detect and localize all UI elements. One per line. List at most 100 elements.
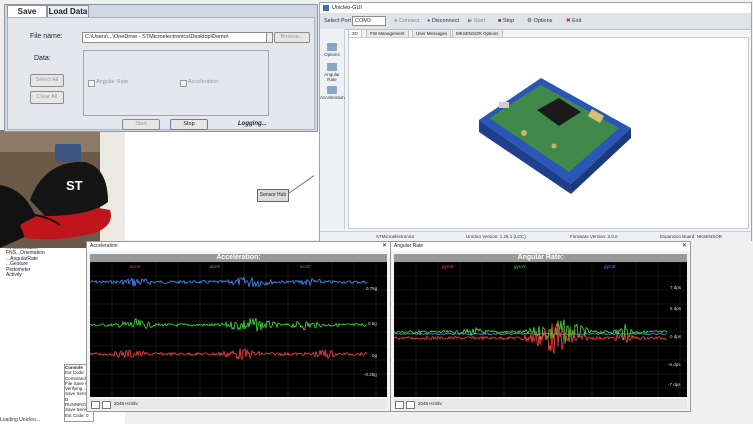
angular-rate-checkbox[interactable]	[88, 80, 95, 87]
y-tick: 0.5g	[368, 321, 377, 326]
angular-rate-footer: 2048 Hz/div	[394, 399, 687, 409]
select-port-label: Select Port	[324, 18, 351, 24]
sidebar-item-acceleration[interactable]: Acceleration	[320, 86, 345, 100]
legend-gyroz: gyroZ	[604, 264, 616, 269]
pause-button[interactable]	[91, 401, 100, 409]
status-bar: STMicroelectronics Unicleo Version: 1.26…	[320, 231, 751, 241]
status-board: Expansion Board: NKSENSOR	[660, 234, 723, 239]
y-tick: 6 dps	[670, 306, 682, 311]
acceleration-traces	[90, 262, 387, 397]
stop-toolbar-button[interactable]: ■ Stop	[498, 16, 514, 26]
3d-view[interactable]	[348, 37, 749, 229]
time-scale: 2048 Hz/div	[418, 401, 442, 406]
svg-text:ST: ST	[66, 178, 83, 193]
angular-rate-window: Angular Rate ✕ Angular Rate: gyroX gyroY…	[390, 241, 691, 412]
path-spin-button[interactable]	[266, 32, 273, 43]
disconnect-button[interactable]: ● Disconnect	[427, 16, 459, 26]
file-name-label: File name:	[30, 33, 63, 40]
angular-rate-icon	[327, 63, 337, 71]
y-tick: -0.25g	[364, 372, 377, 377]
sidebar-label: Angular Rate	[324, 72, 340, 82]
y-tick: 0.75g	[366, 286, 378, 291]
sidebar-label: Acceleration	[320, 95, 345, 100]
plug-icon: ●	[394, 18, 398, 24]
time-scale: 2048 Hz/div	[114, 401, 138, 406]
status-firmware: Firmware Version: 3.0.0	[570, 234, 618, 239]
logging-status: Logging...	[238, 121, 267, 127]
zoom-button[interactable]	[406, 401, 415, 409]
sidebar-item-angular-rate[interactable]: Angular Rate	[320, 63, 344, 82]
angular-rate-label: Angular Rate	[96, 79, 129, 85]
window-title: Unicleo-GUI	[332, 5, 362, 11]
close-icon: ✖	[566, 18, 571, 24]
sidebar: Options Angular Rate Acceleration	[320, 29, 345, 229]
play-icon: ▶	[468, 18, 473, 24]
angular-rate-traces	[394, 262, 687, 397]
status-version: Unicleo Version: 1.26.1 (LGC)	[466, 234, 526, 239]
close-icon[interactable]: ✕	[682, 242, 687, 251]
options-icon	[327, 43, 337, 51]
disconnect-label: Disconnect	[431, 18, 460, 24]
acceleration-window: Acceleration ✕ Acceleration: accX accY a…	[86, 241, 391, 412]
options-label: Options	[533, 18, 553, 24]
exit-button[interactable]: ✖ Exit	[566, 16, 581, 26]
select-all-button[interactable]: Select All	[30, 74, 64, 87]
sidebar-item-options[interactable]: Options	[320, 43, 344, 57]
output-tree: ...Acceleration FNS...Orientation ...Ang…	[6, 245, 64, 278]
tree-item[interactable]: Activity	[6, 272, 64, 278]
toolbar: Select Port COM3 ● Connect ● Disconnect …	[320, 13, 751, 30]
gear-icon: ⚙	[527, 18, 532, 24]
start-toolbar-button[interactable]: ▶ Start	[468, 16, 485, 26]
clear-all-button[interactable]: Clear All	[30, 91, 64, 104]
angular-rate-plot-title: Angular Rate:	[394, 254, 687, 262]
pause-button[interactable]	[395, 401, 404, 409]
window-title-bar: Unicleo-GUI	[320, 3, 751, 13]
sensor-hub-node[interactable]: Sensor Hub	[257, 189, 289, 202]
block-diagram-canvas	[125, 130, 320, 240]
close-icon[interactable]: ✕	[382, 242, 387, 251]
webcam-photo: ST	[0, 130, 125, 248]
save-data-dialog: Save Data Load Data File name: C:\Users\…	[4, 4, 318, 132]
unplug-icon: ●	[427, 18, 431, 24]
options-button[interactable]: ⚙ Options	[527, 16, 552, 26]
view-tabs: 3D FW Management User Messages MKSENSOR …	[348, 29, 748, 38]
acceleration-icon	[327, 86, 337, 94]
stop-icon: ■	[498, 18, 502, 24]
connect-label: Connect	[398, 18, 420, 24]
legend-accy: accY	[210, 264, 221, 269]
acceleration-plot: Acceleration: accX accY accZ 0.75g 0.5g …	[90, 254, 387, 397]
status-line: Loading Unicleo...	[0, 417, 41, 423]
exit-label: Exit	[572, 18, 582, 24]
y-tick: 0 dps	[670, 334, 682, 339]
accx-trace	[90, 348, 368, 361]
acceleration-plot-title: Acceleration:	[90, 254, 387, 262]
start-toolbar-label: Start	[473, 18, 486, 24]
accy-trace	[90, 317, 368, 332]
zoom-button[interactable]	[102, 401, 111, 409]
status-company: STMicroelectronics	[376, 234, 415, 239]
y-tick: -7 dps	[668, 382, 681, 387]
port-select[interactable]: COM3	[352, 16, 386, 26]
acceleration-footer: 2048 Hz/div	[90, 399, 387, 409]
accz-trace	[90, 276, 368, 288]
acceleration-label: Acceleration	[188, 79, 219, 85]
unicleo-window: Unicleo-GUI Select Port COM3 ● Connect ●…	[319, 2, 752, 241]
file-path-input[interactable]: C:\Users\...\OneDrive - STMicroelectroni…	[82, 32, 270, 43]
legend-gyrox: gyroX	[442, 264, 454, 269]
acceleration-checkbox[interactable]	[180, 80, 187, 87]
legend-gyroy: gyroY	[514, 264, 526, 269]
connect-button[interactable]: ● Connect	[394, 16, 419, 26]
legend-accx: accX	[130, 264, 141, 269]
stop-toolbar-label: Stop	[502, 18, 515, 24]
start-button[interactable]: Start	[122, 119, 160, 130]
acceleration-title-bar: Acceleration	[87, 242, 390, 251]
angular-rate-plot: Angular Rate: gyroX gyroY gyroZ 7 dps 6 …	[394, 254, 687, 397]
browse-button[interactable]: Browse...	[274, 32, 310, 43]
save-data-body: File name: C:\Users\...\OneDrive - STMic…	[7, 17, 315, 130]
board-3d-model	[479, 78, 631, 194]
sidebar-label: Options	[324, 52, 340, 57]
stop-button[interactable]: Stop	[170, 119, 208, 130]
angular-rate-title-bar: Angular Rate	[391, 242, 690, 251]
data-label: Data:	[34, 55, 51, 62]
y-tick: -6 dps	[668, 362, 681, 367]
